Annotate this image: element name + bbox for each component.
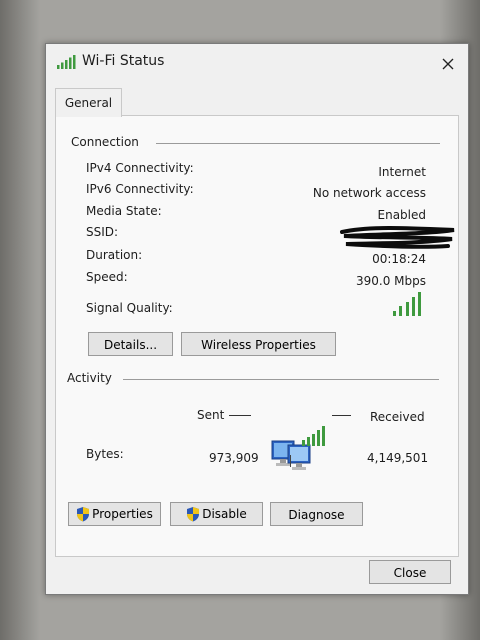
signal-bar <box>418 292 421 316</box>
title-bar: Wi-Fi Status <box>46 44 468 80</box>
details-button[interactable]: Details... <box>88 332 173 356</box>
ipv6-value: No network access <box>312 186 426 200</box>
sent-label: Sent <box>197 408 225 422</box>
close-x-icon[interactable] <box>440 56 456 72</box>
bytes-received-value: 4,149,501 <box>367 451 429 465</box>
signal-bar <box>411 296 415 316</box>
diagnose-button[interactable]: Diagnose <box>270 502 363 526</box>
admin-shield-icon <box>187 507 200 522</box>
activity-link-line <box>290 455 291 467</box>
disable-button-label: Disable <box>202 507 247 521</box>
signal-quality-meter <box>393 292 421 316</box>
ssid-label: SSID: <box>86 225 119 239</box>
speed-label: Speed: <box>86 270 128 284</box>
properties-button-label: Properties <box>92 507 153 521</box>
properties-button[interactable]: Properties <box>68 502 161 526</box>
window-title: Wi-Fi Status <box>82 53 165 69</box>
wireless-properties-button[interactable]: Wireless Properties <box>181 332 336 356</box>
wifi-signal-icon <box>57 55 76 69</box>
bytes-sent-value: 973,909 <box>209 451 259 465</box>
bytes-label: Bytes: <box>86 447 124 461</box>
ipv6-label: IPv6 Connectivity: <box>86 182 194 196</box>
duration-value: 00:18:24 <box>372 252 426 266</box>
ssid-redaction-scribble <box>340 226 455 249</box>
activity-section-label: Activity <box>67 371 112 385</box>
speed-value: 390.0 Mbps <box>355 274 426 288</box>
connection-divider <box>156 143 440 144</box>
media-state-label: Media State: <box>86 204 162 218</box>
signal-quality-label: Signal Quality: <box>86 301 173 315</box>
sent-line <box>229 415 251 416</box>
wifi-status-dialog: Wi-Fi Status General Connection IPv4 Con… <box>45 43 469 595</box>
activity-divider <box>123 379 439 380</box>
close-button[interactable]: Close <box>369 560 451 584</box>
connection-section-label: Connection <box>71 135 139 149</box>
signal-bar <box>399 306 403 316</box>
tab-general[interactable]: General <box>55 88 122 117</box>
signal-bar <box>393 311 396 316</box>
received-label: Received <box>370 410 425 424</box>
wireless-signal-icon <box>302 426 325 446</box>
media-state-value: Enabled <box>377 208 427 222</box>
ipv4-label: IPv4 Connectivity: <box>86 161 194 175</box>
signal-bar <box>405 301 409 316</box>
received-line <box>332 415 351 416</box>
duration-label: Duration: <box>86 248 143 262</box>
ipv4-value: Internet <box>378 165 426 179</box>
disable-button[interactable]: Disable <box>170 502 263 526</box>
admin-shield-icon <box>77 507 90 522</box>
